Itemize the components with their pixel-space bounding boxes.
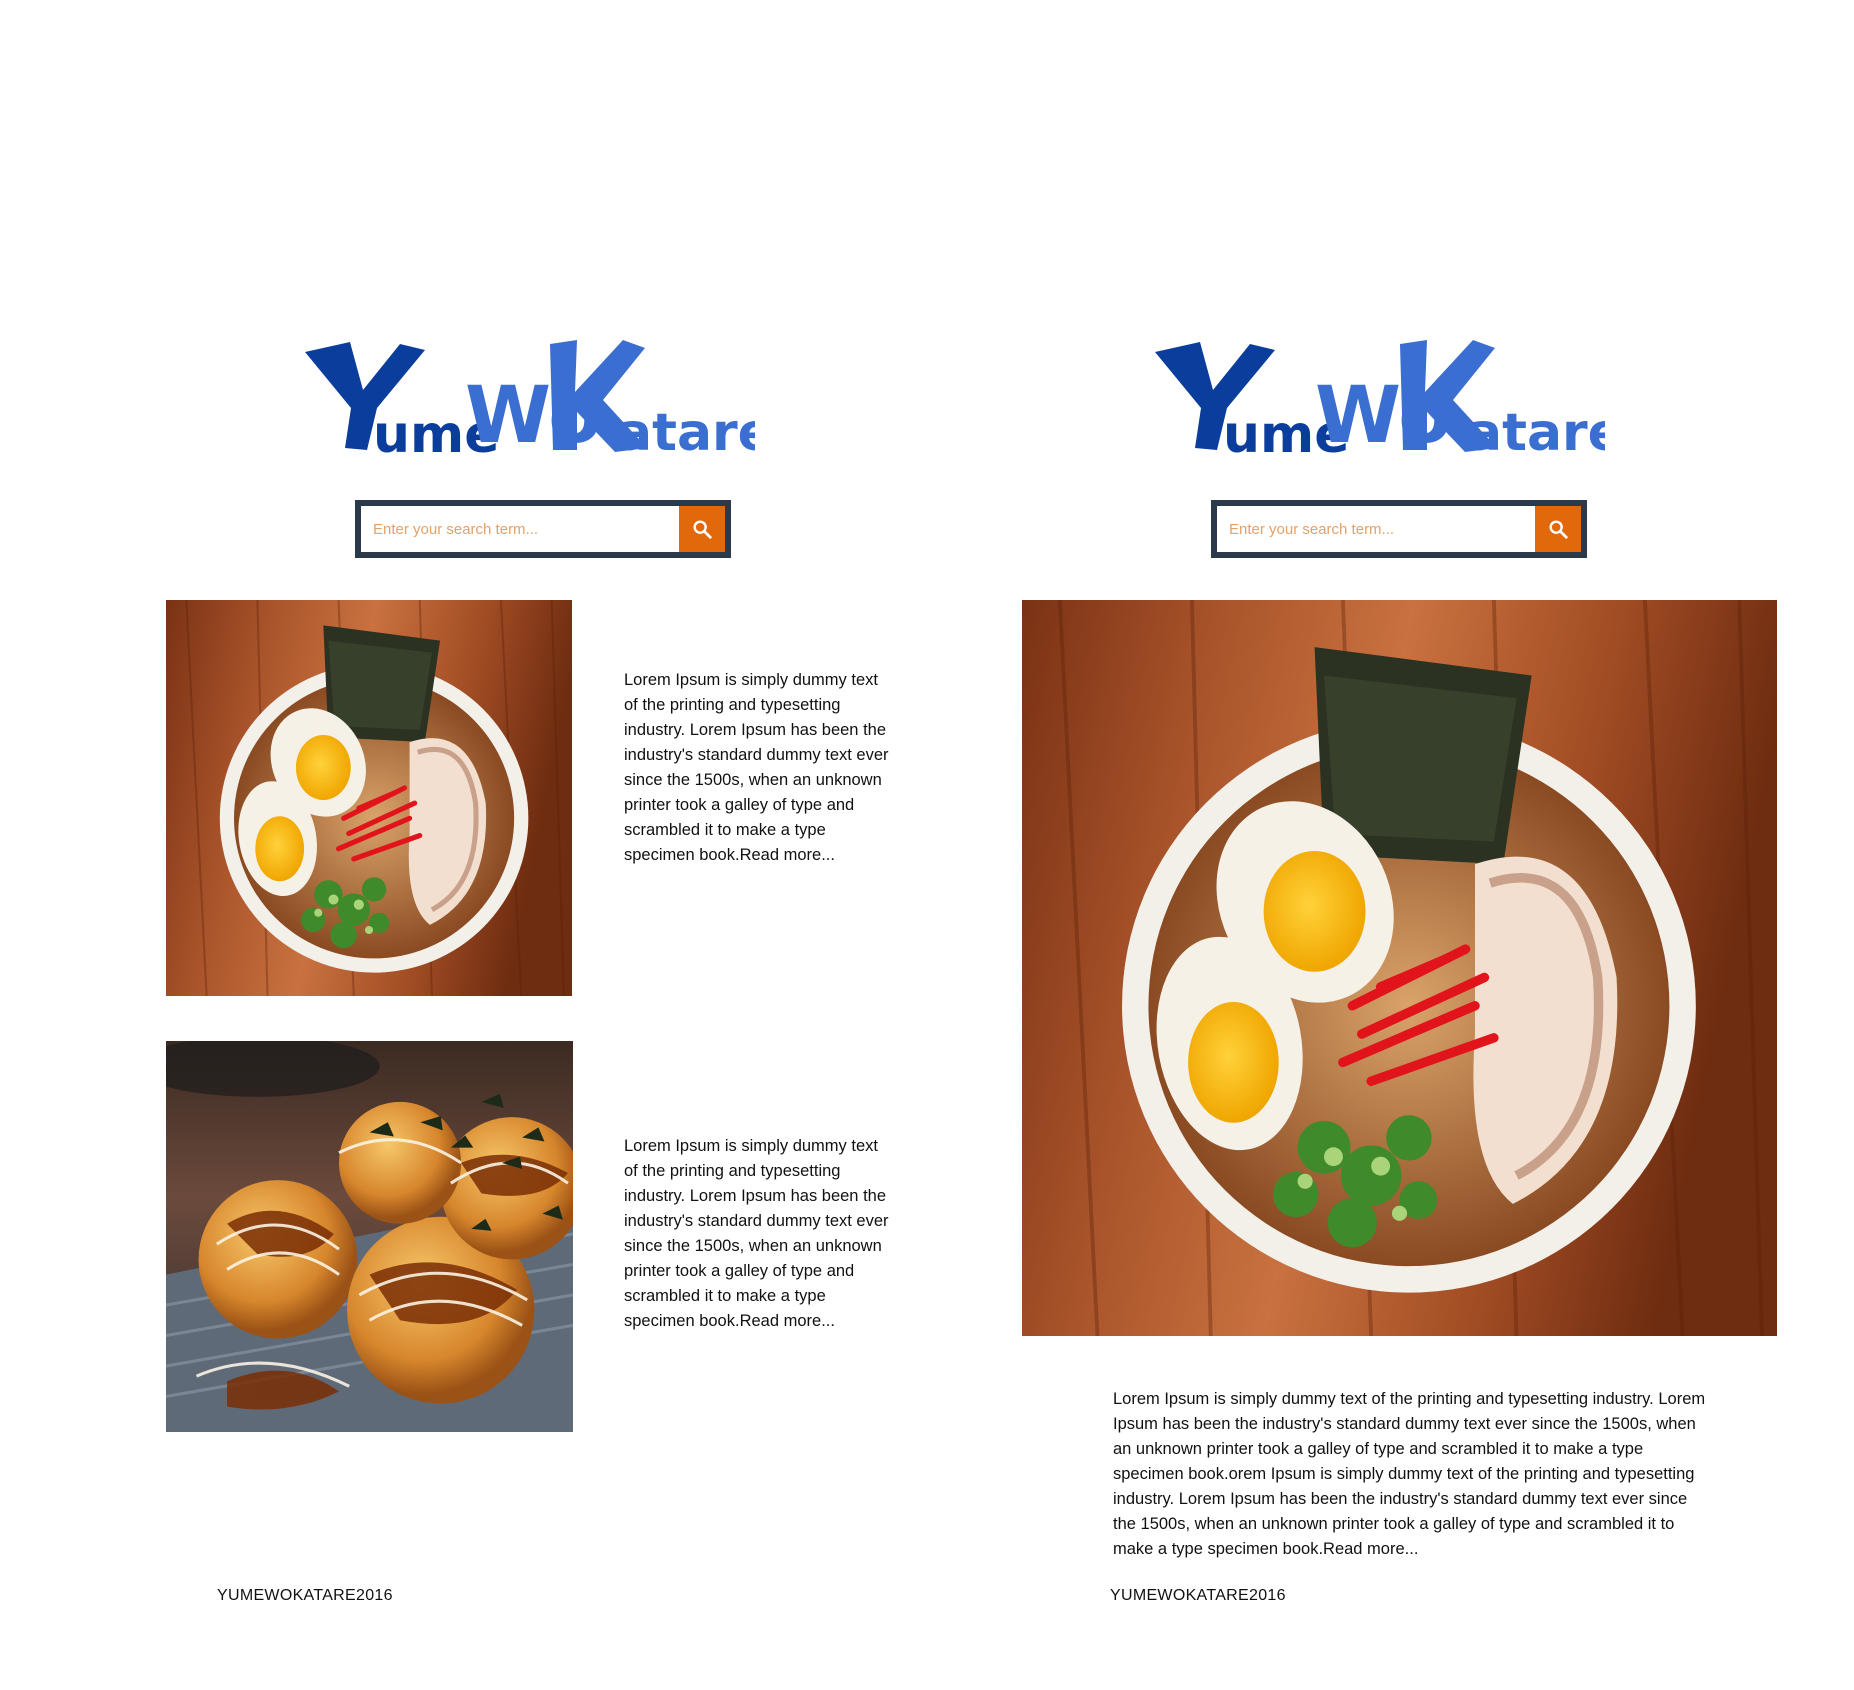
read-more-link[interactable]: Read more... (740, 846, 835, 864)
ramen-bowl-photo (166, 600, 572, 996)
takoyaki-photo (166, 1041, 573, 1432)
article-blurb-2: Lorem Ipsum is simply dummy text of the … (624, 1134, 894, 1334)
article-blurb-1: Lorem Ipsum is simply dummy text of the … (624, 668, 894, 868)
search-icon (693, 520, 712, 539)
article-text: Lorem Ipsum is simply dummy text of the … (1113, 1390, 1706, 1558)
brand-logo[interactable]: ume Wo atare (305, 330, 755, 460)
search-bar (1211, 500, 1587, 558)
svg-text:atare: atare (1467, 403, 1605, 460)
logo-artwork: ume Wo atare (1155, 340, 1605, 460)
takoyaki-image[interactable] (166, 1041, 573, 1432)
search-input[interactable] (1217, 506, 1535, 552)
search-icon (1549, 520, 1568, 539)
read-more-link[interactable]: Read more... (1323, 1540, 1418, 1558)
search-input[interactable] (361, 506, 679, 552)
article-body: Lorem Ipsum is simply dummy text of the … (1113, 1387, 1713, 1562)
search-bar (355, 500, 731, 558)
ramen-image[interactable] (166, 600, 572, 996)
blurb-text: Lorem Ipsum is simply dummy text of the … (624, 671, 889, 864)
blurb-text: Lorem Ipsum is simply dummy text of the … (624, 1137, 889, 1330)
brand-logo[interactable]: ume Wo atare (1155, 330, 1605, 460)
footer-copyright: YUMEWOKATARE2016 (217, 1587, 393, 1604)
search-button[interactable] (1535, 506, 1581, 552)
footer-copyright: YUMEWOKATARE2016 (1110, 1587, 1286, 1604)
ramen-bowl-photo-large (1022, 600, 1777, 1336)
logo-artwork: ume Wo atare (305, 340, 755, 460)
read-more-link[interactable]: Read more... (740, 1312, 835, 1330)
left-panel: ume Wo atare Lorem Ipsum is simply dummy… (0, 0, 927, 1690)
right-panel: ume Wo atare Lorem Ipsum is simply dummy… (927, 0, 1854, 1690)
ramen-image-large[interactable] (1022, 600, 1777, 1336)
svg-text:atare: atare (617, 403, 755, 460)
search-button[interactable] (679, 506, 725, 552)
